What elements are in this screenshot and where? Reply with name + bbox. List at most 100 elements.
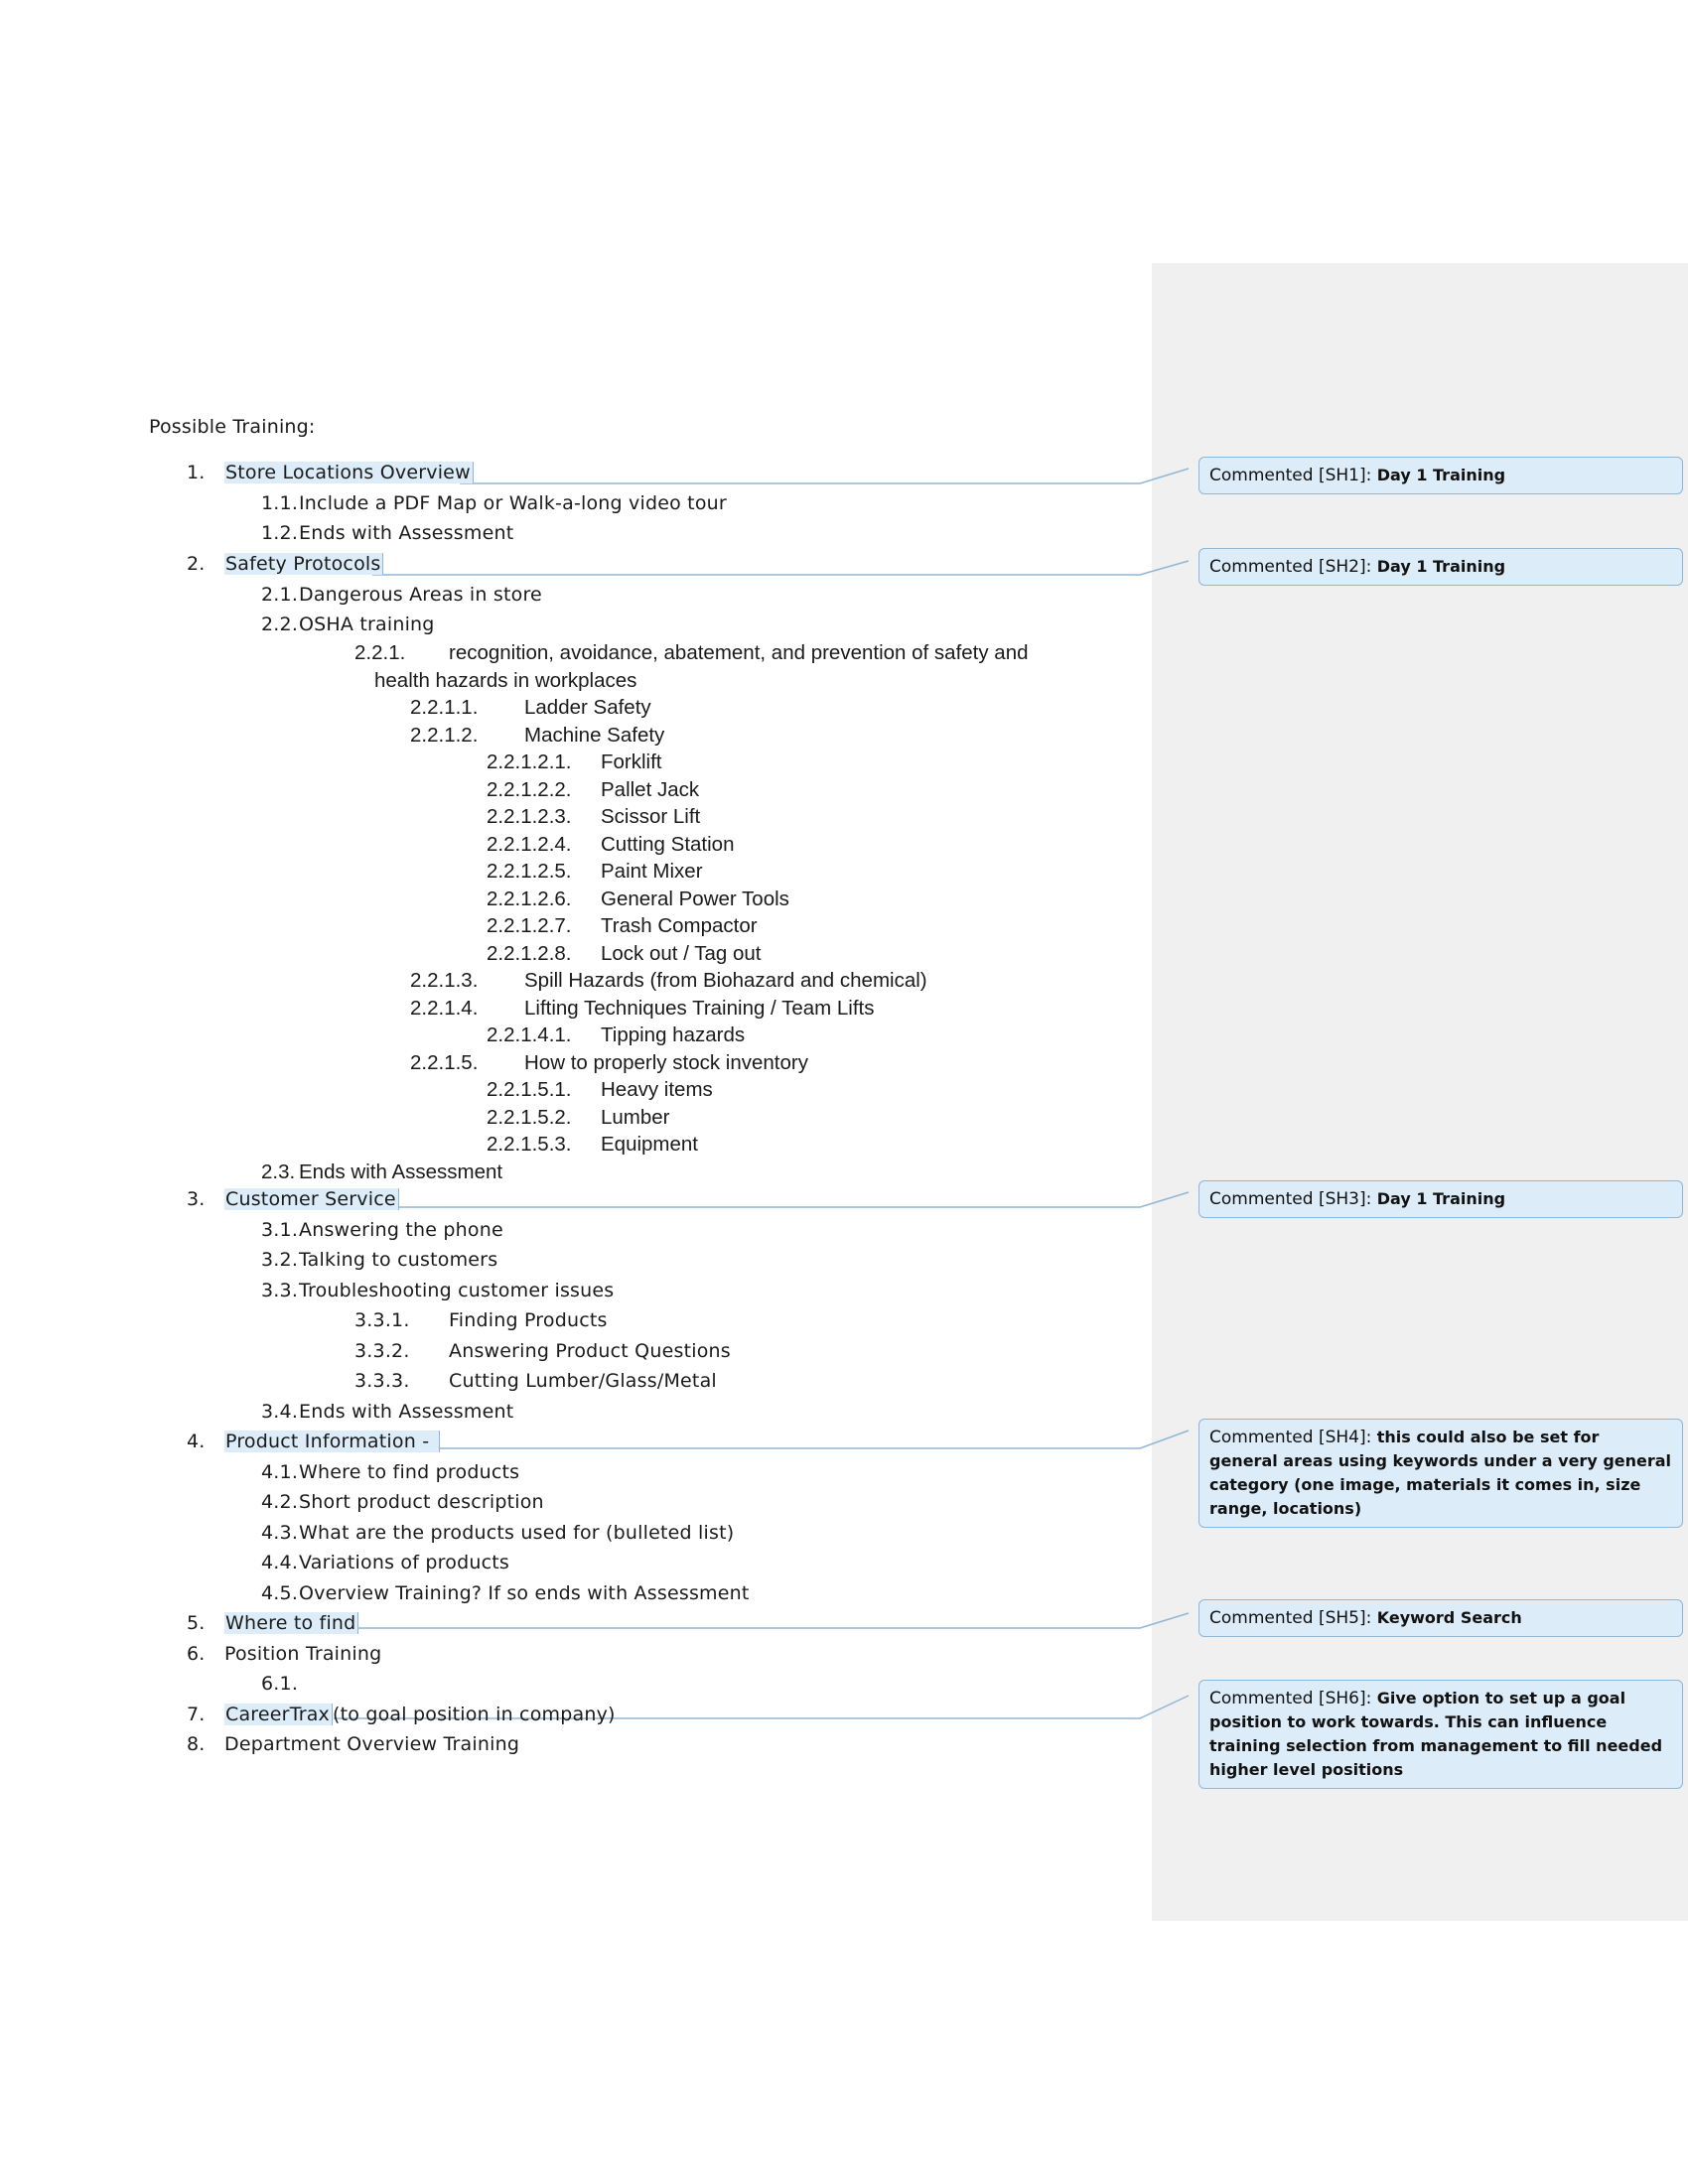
item-number: 2.2.1.5.3. — [487, 1133, 572, 1156]
item-number: 2.2.1.1. — [410, 696, 479, 719]
list-item: 2.2.1.2.6. General Power Tools — [487, 887, 789, 912]
item-number: 2.2.1.2.4. — [487, 833, 572, 856]
list-item: 2.2.1.2.4. Cutting Station — [487, 832, 734, 858]
item-label: Cutting Lumber/Glass/Metal — [449, 1370, 717, 1392]
list-item: 2.2.1.4. Lifting Techniques Training / Te… — [410, 996, 875, 1022]
item-label: Short product description — [299, 1491, 544, 1513]
list-item: 2.2.OSHA training — [261, 612, 435, 637]
item-label: OSHA training — [299, 614, 435, 635]
list-item: 3.4.Ends with Assessment — [261, 1399, 513, 1425]
connector-sh5 — [354, 1612, 1190, 1629]
item-label: Pallet Jack — [601, 778, 700, 801]
item-label: Cutting Station — [601, 833, 735, 856]
item-label: Machine Safety — [524, 724, 665, 747]
page-heading: Possible Training: — [149, 416, 316, 438]
item-number: 3.4. — [261, 1401, 299, 1423]
list-item: 2.2.1.5.1. Heavy items — [487, 1077, 713, 1103]
item-number: 2.2.1.5.2. — [487, 1106, 572, 1129]
item-number: 5. — [187, 1612, 206, 1634]
item-number: 2.2.1.2.3. — [487, 805, 572, 828]
list-item: 4.3.What are the products used for (bull… — [261, 1520, 734, 1546]
item-number: 1.1. — [261, 492, 299, 514]
list-item: 2.1.Dangerous Areas in store — [261, 582, 542, 608]
connector-sh4 — [430, 1430, 1190, 1449]
list-item: 2.2.1.2.2. Pallet Jack — [487, 777, 699, 803]
comment-author: Commented [SH4]: — [1209, 1428, 1372, 1447]
item-label: Department Overview Training — [224, 1733, 520, 1755]
item-label: Tipping hazards — [601, 1024, 746, 1046]
commented-text[interactable]: Where to find — [224, 1612, 359, 1634]
commented-text[interactable]: Product Information - — [224, 1431, 441, 1452]
item-number: 2.2.1.4. — [410, 997, 479, 1020]
list-item: 3.3.3. Cutting Lumber/Glass/Metal — [354, 1368, 717, 1394]
item-number: 3.3.3. — [354, 1370, 410, 1392]
list-item: 3. Customer Service — [187, 1186, 399, 1212]
document-page: Possible Training: 1. Store Locations Ove… — [0, 0, 1688, 2184]
item-number: 3. — [187, 1188, 206, 1210]
item-label: How to properly stock inventory — [524, 1051, 808, 1074]
list-item: 2.2.1. recognition, avoidance, abatement,… — [354, 640, 1029, 666]
item-label: Overview Training? If so ends with Asses… — [299, 1582, 750, 1604]
item-number: 2.2.1.2.6. — [487, 887, 572, 910]
commented-text[interactable]: CareerTrax — [224, 1704, 334, 1725]
comment-balloon-sh4[interactable]: Commented [SH4]: this could also be set … — [1198, 1419, 1683, 1528]
list-item: 2.2.1.2.7. Trash Compactor — [487, 913, 758, 939]
item-number: 2.2.1.2.2. — [487, 778, 572, 801]
list-item: 7. CareerTrax (to goal position in company… — [187, 1702, 616, 1727]
item-number: 2.1. — [261, 584, 299, 606]
item-number: 1.2. — [261, 522, 299, 544]
item-number: 2.2.1.2.1. — [487, 751, 572, 773]
comment-balloon-sh6[interactable]: Commented [SH6]: Give option to set up a… — [1198, 1680, 1683, 1789]
item-number: 4.5. — [261, 1582, 299, 1604]
item-label: Ladder Safety — [524, 696, 651, 719]
item-number: 2.2.1.5.1. — [487, 1078, 572, 1101]
list-item: 2.2.1.2.5. Paint Mixer — [487, 859, 703, 885]
connector-sh3 — [386, 1191, 1190, 1208]
list-item: 2.2.1.5.2. Lumber — [487, 1105, 670, 1131]
item-number: 6. — [187, 1643, 206, 1665]
list-item: 2.2.1.2.3. Scissor Lift — [487, 804, 700, 830]
item-label: General Power Tools — [601, 887, 789, 910]
item-label: Scissor Lift — [601, 805, 701, 828]
item-label: Ends with Assessment — [299, 1160, 503, 1183]
item-number: 2.2.1.4.1. — [487, 1024, 572, 1046]
commented-text[interactable]: Customer Service — [224, 1188, 399, 1210]
list-item: 3.3.1. Finding Products — [354, 1307, 608, 1333]
item-number: 2.2.1.3. — [410, 969, 479, 992]
item-number: 2.2.1.2. — [410, 724, 479, 747]
item-number: 3.3.1. — [354, 1309, 410, 1331]
commented-text[interactable]: Store Locations Overview — [224, 462, 474, 483]
comment-pane — [1152, 263, 1688, 1921]
item-number: 2.2.1.5. — [410, 1051, 479, 1074]
commented-text[interactable]: Safety Protocols — [224, 553, 384, 575]
item-number: 4.2. — [261, 1491, 299, 1513]
item-number: 3.1. — [261, 1219, 299, 1241]
comment-text: Day 1 Training — [1376, 466, 1506, 484]
list-item: 2.2.1.3. Spill Hazards (from Biohazard an… — [410, 968, 927, 994]
item-label: Dangerous Areas in store — [299, 584, 542, 606]
list-item: 1.1.Include a PDF Map or Walk-a-long vid… — [261, 490, 727, 516]
comment-balloon-sh3[interactable]: Commented [SH3]: Day 1 Training — [1198, 1180, 1683, 1218]
list-item: 8. Department Overview Training — [187, 1731, 519, 1757]
item-label-continued: health hazards in workplaces — [374, 669, 637, 692]
item-label: Where to find products — [299, 1461, 520, 1483]
item-label: Troubleshooting customer issues — [299, 1280, 615, 1301]
connector-sh2 — [372, 560, 1190, 576]
item-label: Forklift — [601, 751, 662, 773]
comment-balloon-sh1[interactable]: Commented [SH1]: Day 1 Training — [1198, 457, 1683, 494]
item-number: 2.2.1.2.7. — [487, 914, 572, 937]
item-label: Answering the phone — [299, 1219, 503, 1241]
list-item: 2.2.1.2.1. Forklift — [487, 750, 662, 775]
comment-balloon-sh5[interactable]: Commented [SH5]: Keyword Search — [1198, 1599, 1683, 1637]
item-label: Trash Compactor — [601, 914, 758, 937]
list-item: 2.2.1.5.3. Equipment — [487, 1132, 698, 1158]
list-item: 4. Product Information - — [187, 1429, 441, 1454]
comment-text: Day 1 Training — [1376, 1189, 1506, 1208]
list-item: 2.3. Ends with Assessment — [261, 1160, 502, 1185]
comment-author: Commented [SH1]: — [1209, 466, 1372, 485]
list-item: 4.4.Variations of products — [261, 1550, 509, 1575]
list-item: 6. Position Training — [187, 1641, 381, 1667]
comment-balloon-sh2[interactable]: Commented [SH2]: Day 1 Training — [1198, 548, 1683, 586]
comment-author: Commented [SH5]: — [1209, 1608, 1372, 1628]
list-item: 4.2.Short product description — [261, 1489, 544, 1515]
